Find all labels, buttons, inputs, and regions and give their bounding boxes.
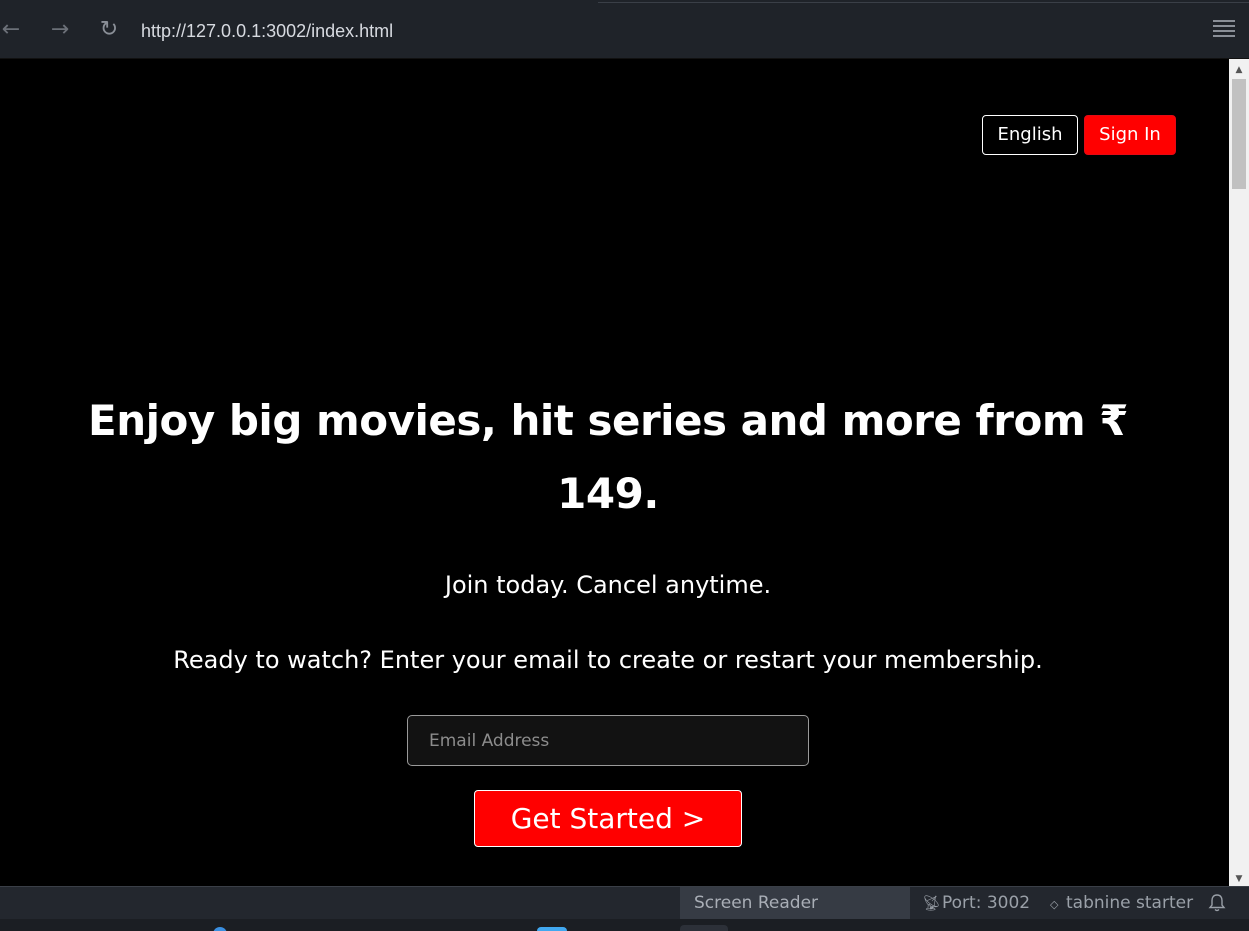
bell-icon[interactable] [1207, 893, 1227, 913]
tabnine-icon: ◇ [1050, 898, 1059, 911]
hero-cta-text: Ready to watch? Enter your email to crea… [173, 646, 1043, 674]
address-bar[interactable]: http://127.0.0.1:3002/index.html [141, 19, 393, 43]
sign-in-button[interactable]: Sign In [1084, 115, 1176, 155]
broadcast-icon: 📡︎ [922, 894, 942, 912]
taskbar-app-icon[interactable] [213, 927, 227, 931]
page-viewport: English Sign In Enjoy big movies, hit se… [0, 59, 1229, 886]
taskbar-app-icon[interactable] [537, 927, 567, 931]
tabnine-status[interactable]: ◇ tabnine starter [1050, 887, 1193, 919]
scroll-thumb[interactable] [1232, 79, 1246, 189]
hero-subtitle: Join today. Cancel anytime. [444, 571, 772, 599]
port-label: Port: 3002 [942, 893, 1031, 913]
scroll-down-arrow-icon[interactable]: ▼ [1229, 872, 1249, 886]
os-taskbar [0, 919, 1249, 931]
reload-icon[interactable]: ↻ [95, 14, 123, 46]
forward-arrow-icon[interactable]: → [46, 14, 74, 46]
port-status[interactable]: 📡︎Port: 3002 [922, 887, 1030, 919]
tab-strip-line [598, 0, 1249, 3]
screen-reader-status[interactable]: Screen Reader Optimized [680, 887, 910, 931]
vertical-scrollbar[interactable]: ▲ ▼ [1229, 59, 1249, 886]
status-bar: Screen Reader Optimized 📡︎Port: 3002 ◇ ta… [0, 886, 1249, 931]
email-input[interactable] [407, 715, 809, 766]
get-started-button[interactable]: Get Started > [474, 790, 742, 847]
taskbar-app-icon[interactable] [680, 925, 728, 931]
browser-toolbar: ← → ↻ http://127.0.0.1:3002/index.html [0, 0, 1249, 59]
hero-title: Enjoy big movies, hit series and more fr… [88, 396, 1128, 518]
language-button[interactable]: English [982, 115, 1078, 155]
tabnine-label: tabnine starter [1066, 893, 1194, 913]
scroll-up-arrow-icon[interactable]: ▲ [1229, 63, 1249, 77]
back-arrow-icon[interactable]: ← [0, 14, 25, 46]
hamburger-menu-icon[interactable] [1213, 20, 1235, 40]
